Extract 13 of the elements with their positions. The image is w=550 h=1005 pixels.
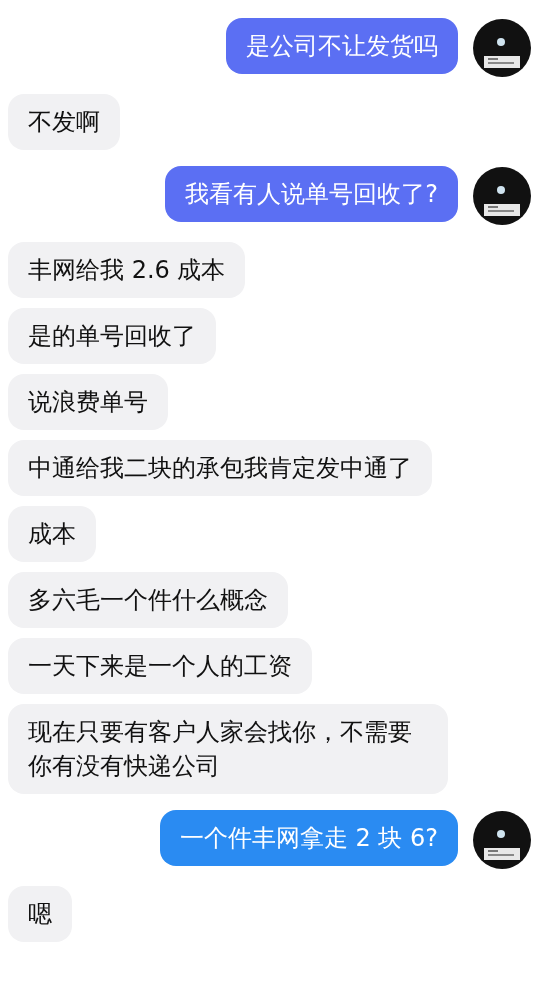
message-bubble: 丰网给我 2.6 成本: [8, 242, 246, 298]
message-bubble: 成本: [8, 506, 96, 562]
message-bubble: 说浪费单号: [8, 374, 168, 430]
message-bubble: 我看有人说单号回收了?: [165, 166, 458, 222]
message-bubble: 现在只要有客户人家会找你，不需要你有没有快递公司: [8, 704, 448, 794]
message-bubble: 不发啊: [8, 94, 120, 150]
message-bubble: 是公司不让发货吗: [226, 18, 458, 74]
message-bubble: 嗯: [8, 886, 72, 942]
message-bubble: 多六毛一个件什么概念: [8, 572, 288, 628]
message-bubble: 中通给我二块的承包我肯定发中通了: [8, 440, 432, 496]
message-bubble: 一天下来是一个人的工资: [8, 638, 312, 694]
message-bubble: 是的单号回收了: [8, 308, 216, 364]
message-bubble: 一个件丰网拿走 2 块 6?: [159, 810, 458, 866]
